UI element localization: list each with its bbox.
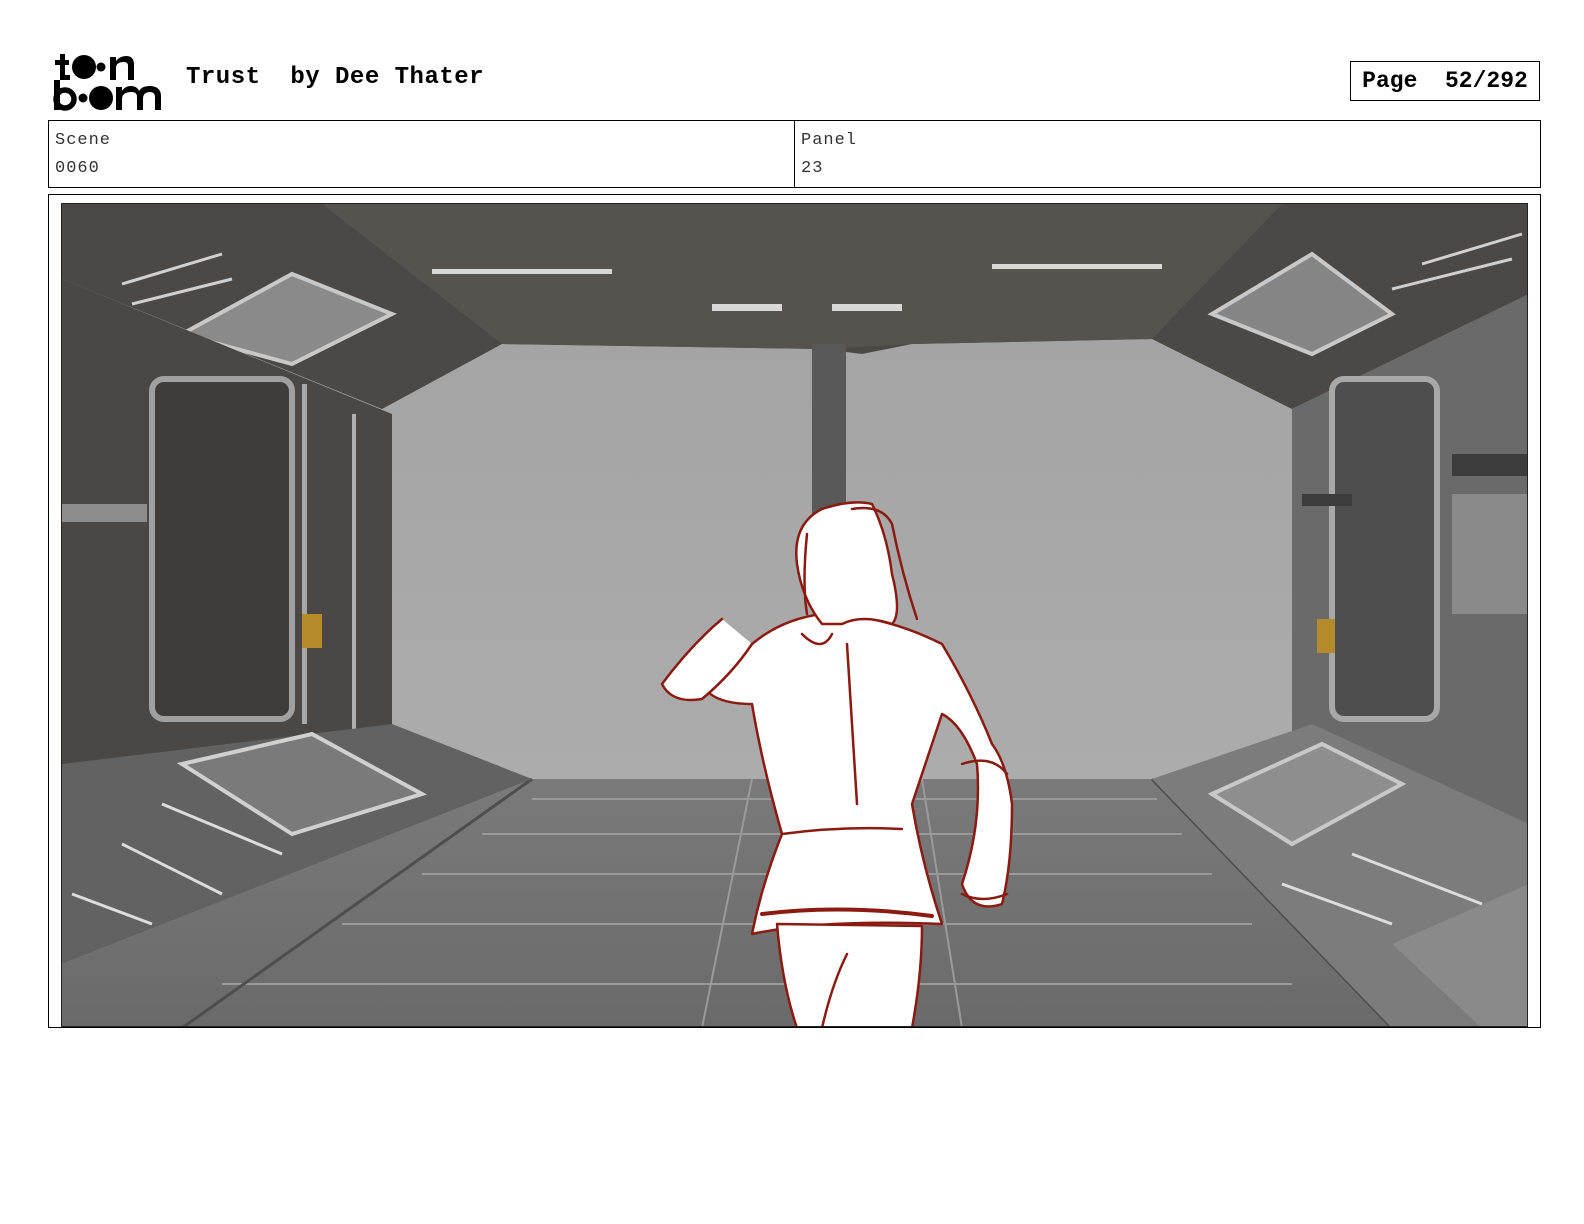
panel-value: 23	[801, 159, 824, 178]
panel-cell: Panel 23	[794, 121, 1540, 187]
scene-cell: Scene 0060	[49, 121, 794, 187]
scene-value: 0060	[55, 159, 100, 178]
scene-label: Scene	[55, 131, 112, 150]
storyboard-panel-frame	[48, 194, 1541, 1028]
panel-label: Panel	[801, 131, 858, 150]
page-indicator: Page 52/292	[1350, 61, 1540, 101]
corridor-sketch-illustration	[62, 204, 1527, 1026]
toon-boom-logo	[52, 52, 164, 112]
scene-panel-info: Scene 0060 Panel 23	[48, 120, 1541, 188]
document-title: Trust by Dee Thater	[186, 64, 485, 91]
storyboard-panel-image	[61, 203, 1528, 1027]
